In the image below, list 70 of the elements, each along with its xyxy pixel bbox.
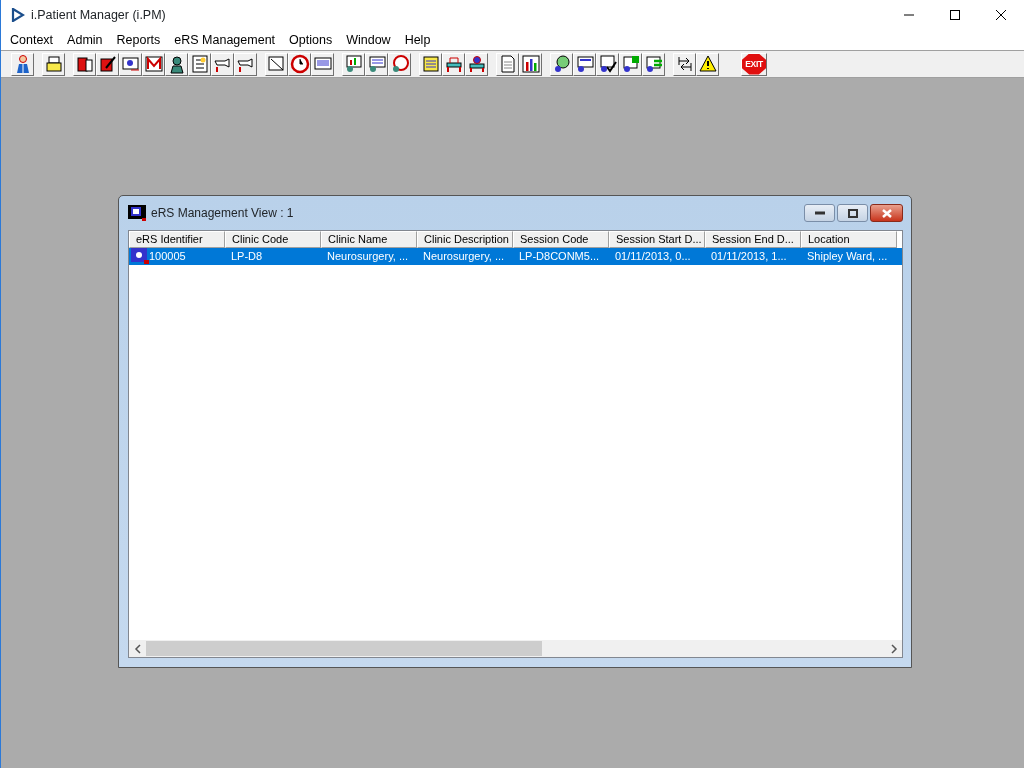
- printer-icon: [43, 54, 64, 74]
- toolbar-button[interactable]: [119, 52, 142, 76]
- toolbar-button[interactable]: [619, 52, 642, 76]
- table-cell: 01/11/2013, 1...: [711, 250, 787, 262]
- toolbar-button[interactable]: [596, 52, 619, 76]
- window-app-icon: [128, 205, 146, 221]
- table-cell: LP-D8CONM5...: [519, 250, 600, 262]
- column-header[interactable]: Clinic Name: [321, 231, 417, 248]
- column-header[interactable]: Session Code: [513, 231, 609, 248]
- toolbar-button[interactable]: [573, 52, 596, 76]
- toolbar-button[interactable]: [96, 52, 119, 76]
- toolbar-button[interactable]: [519, 52, 542, 76]
- maximize-icon: [949, 9, 961, 21]
- book-icon: [74, 54, 95, 74]
- table-cell: LP-D8: [231, 250, 263, 262]
- close-icon: [880, 208, 893, 218]
- menu-item[interactable]: eRS Management: [167, 30, 283, 50]
- close-icon: [995, 9, 1007, 21]
- menu-item[interactable]: Reports: [109, 30, 168, 50]
- toolbar-button[interactable]: [696, 52, 719, 76]
- column-header[interactable]: Session End D...: [705, 231, 801, 248]
- menu-item[interactable]: Context: [3, 30, 61, 50]
- record-icon: [131, 248, 149, 264]
- menu-item[interactable]: Admin: [60, 30, 110, 50]
- table-cell: Neurosurgery, ...: [423, 250, 505, 262]
- table-cell-text: 100005: [149, 249, 186, 264]
- exit-button[interactable]: EXIT: [741, 52, 767, 76]
- table-row[interactable]: 100005 LP-D8 Neurosurgery, ... Neurosurgery, ... LP-D8CONM5... 01/11/2013, 0... 01/11/2013, 1... Shipley Ward, ...: [129, 248, 902, 265]
- child-window-title: eRS Management View : 1: [151, 205, 295, 222]
- column-header[interactable]: eRS Identifier: [129, 231, 225, 248]
- toolbar-button[interactable]: [73, 52, 96, 76]
- menu-item[interactable]: Help: [397, 30, 438, 50]
- bar-chart-icon: [520, 54, 541, 74]
- letter-m-icon: [143, 54, 164, 74]
- card-icon: [120, 54, 141, 74]
- form-check-icon: [597, 54, 618, 74]
- book-pen-icon: [97, 54, 118, 74]
- bed-icon: [443, 54, 464, 74]
- bed-person-icon: [466, 54, 487, 74]
- restore-icon: [846, 208, 859, 218]
- list-person-icon: [366, 54, 387, 74]
- clock-icon: [289, 54, 310, 74]
- toolbar-button[interactable]: [465, 52, 488, 76]
- menu-item[interactable]: Window: [339, 30, 398, 50]
- app-logo-icon: [11, 8, 25, 22]
- form-person-icon: [574, 54, 595, 74]
- toolbar-button[interactable]: [442, 52, 465, 76]
- window-title: i.Patient Manager (i.PM): [31, 6, 166, 24]
- form-arrows-icon: [643, 54, 664, 74]
- restore-button[interactable]: [837, 204, 868, 222]
- scroll-left-icon: [133, 643, 142, 654]
- table-cell: 01/11/2013, 0...: [615, 250, 691, 262]
- toolbar-button[interactable]: [642, 52, 665, 76]
- scroll-right-icon: [889, 643, 898, 654]
- column-header[interactable]: Clinic Description: [417, 231, 513, 248]
- table-cell: Neurosurgery, ...: [327, 250, 409, 262]
- minimize-button[interactable]: [804, 204, 835, 222]
- warning-icon: [697, 54, 718, 74]
- horizontal-scrollbar[interactable]: [129, 640, 902, 657]
- note-icon: [420, 54, 441, 74]
- toolbar-button[interactable]: [42, 52, 65, 76]
- form-puzzle-icon: [620, 54, 641, 74]
- column-header[interactable]: Clinic Code: [225, 231, 321, 248]
- chart-person-icon: [343, 54, 364, 74]
- close-button[interactable]: [870, 204, 903, 222]
- column-header[interactable]: Session Start D...: [609, 231, 705, 248]
- menu-item[interactable]: Options: [282, 30, 340, 50]
- toolbar-button[interactable]: [673, 52, 696, 76]
- table-cell: Shipley Ward, ...: [807, 250, 888, 262]
- column-header[interactable]: Location: [801, 231, 897, 248]
